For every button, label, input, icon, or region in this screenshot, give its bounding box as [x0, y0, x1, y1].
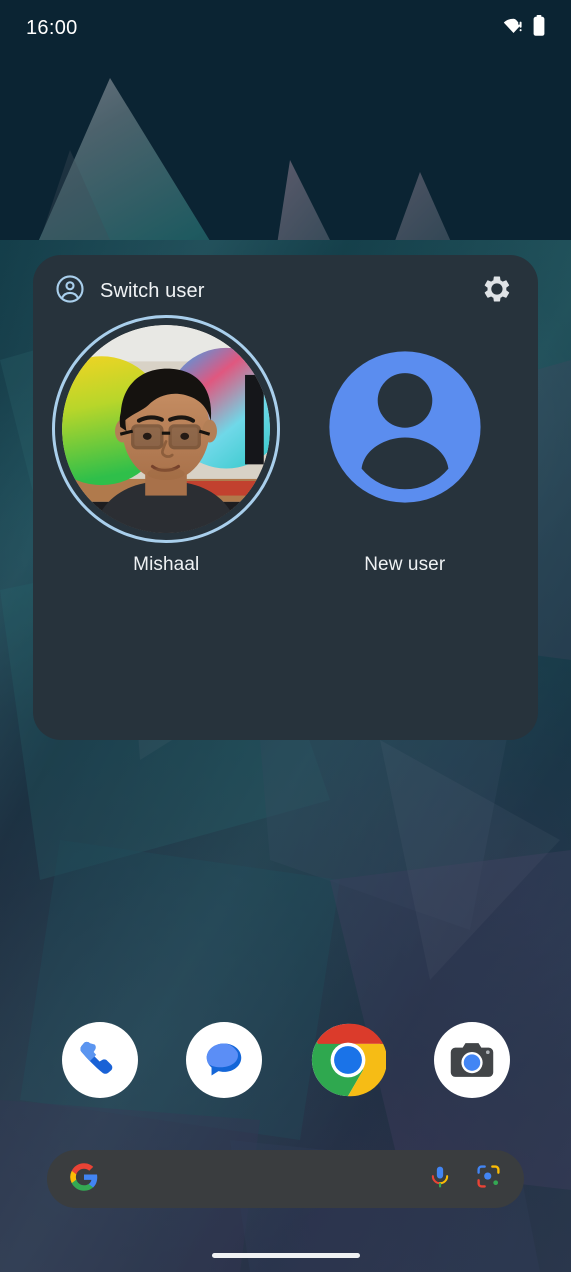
status-clock: 16:00 [26, 16, 78, 39]
avatar-wrap [50, 313, 282, 545]
user-list: Mishaal New user [33, 313, 538, 576]
user-item-mishaal[interactable]: Mishaal [52, 313, 281, 576]
google-lens-icon[interactable] [475, 1163, 502, 1195]
dock-app-camera[interactable] [433, 1022, 510, 1098]
dock-app-chrome[interactable] [310, 1022, 386, 1098]
gear-icon[interactable] [482, 274, 512, 309]
user-label: Mishaal [133, 554, 200, 575]
google-g-icon [69, 1162, 99, 1197]
avatar-selected-ring [52, 315, 281, 543]
avatar [62, 325, 271, 533]
dialog-title: Switch user [100, 279, 205, 302]
search-actions [427, 1163, 502, 1195]
home-gesture-pill[interactable] [211, 1253, 360, 1258]
account-circle-icon [55, 274, 85, 309]
dock [0, 1022, 571, 1104]
microphone-icon[interactable] [427, 1164, 453, 1195]
add-person-icon [321, 343, 489, 516]
user-label: New user [364, 554, 446, 575]
battery-icon [533, 15, 545, 41]
avatar-wrap [289, 313, 521, 545]
dock-app-messages[interactable] [185, 1022, 262, 1098]
status-icons [503, 15, 545, 41]
status-bar: 16:00 [0, 0, 571, 56]
user-item-new-user[interactable]: New user [305, 313, 505, 576]
wifi-no-internet-icon [503, 17, 524, 39]
dock-app-phone[interactable] [61, 1022, 138, 1098]
google-search-bar[interactable] [47, 1150, 524, 1208]
switch-user-dialog: Switch user Mishaal New user [33, 255, 538, 740]
